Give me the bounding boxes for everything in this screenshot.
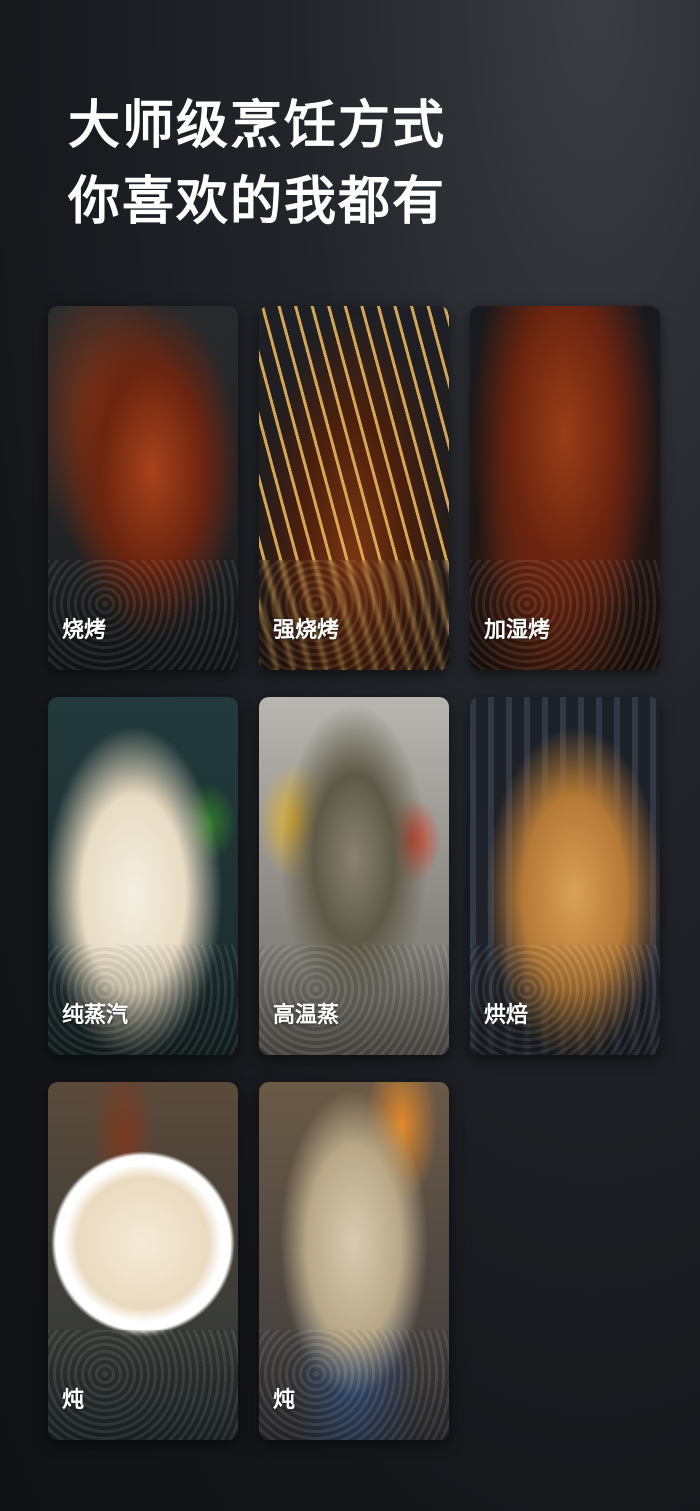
card-pure-steam: 纯蒸汽: [48, 697, 238, 1055]
card-label: 纯蒸汽: [62, 1003, 129, 1028]
card-label: 烧烤: [62, 618, 107, 643]
card-roast: 烧烤: [48, 306, 238, 670]
card-label: 炖: [62, 1388, 85, 1413]
card-label: 炖: [273, 1388, 296, 1413]
card-label: 强烧烤: [273, 618, 340, 643]
card-label: 烘焙: [484, 1003, 529, 1028]
card-high-temp-steam: 高温蒸: [259, 697, 449, 1055]
card-label: 高温蒸: [273, 1003, 340, 1028]
cooking-mode-grid: 烧烤 强烧烤 加湿烤 纯蒸汽 高温蒸 烘焙 炖 炖: [0, 0, 700, 1511]
card-label: 加湿烤: [484, 618, 551, 643]
card-strong-roast: 强烧烤: [259, 306, 449, 670]
card-bake: 烘焙: [470, 697, 660, 1055]
card-stew-2: 炖: [259, 1082, 449, 1440]
card-stew-1: 炖: [48, 1082, 238, 1440]
card-humid-roast: 加湿烤: [470, 306, 660, 670]
